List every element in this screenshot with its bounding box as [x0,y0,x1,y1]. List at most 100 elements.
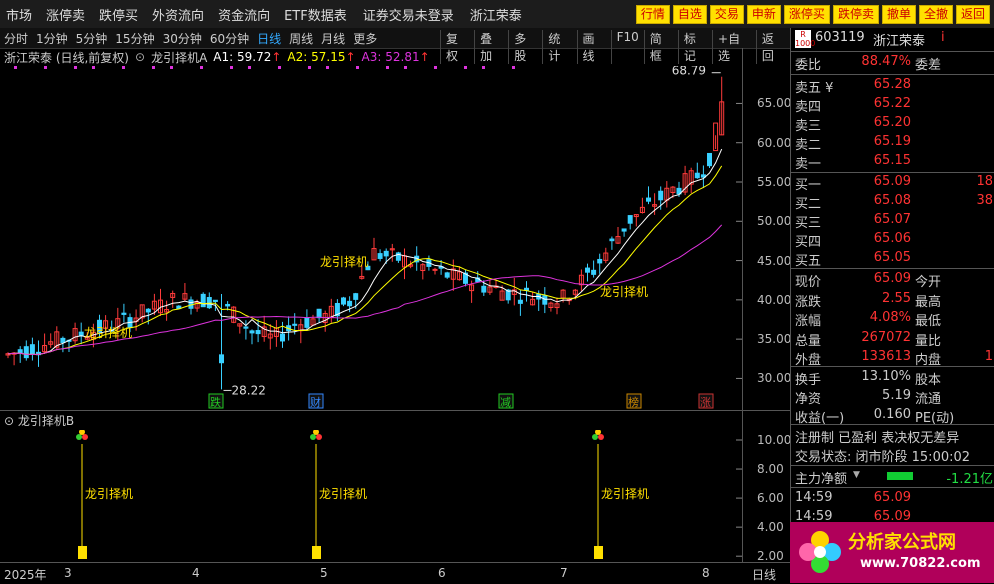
signal-light-icon [598,434,604,440]
signal-base [312,546,321,559]
candle-body [219,354,224,364]
candle-body [23,346,29,359]
stock-code: 603119 [815,30,865,45]
candle-body [243,326,249,329]
signal-base [594,546,603,559]
tool-f10[interactable]: F10 [610,30,644,64]
candle-body [255,330,261,335]
period-label[interactable]: 日线 [752,566,776,583]
candle-body [591,269,597,275]
buy-level-row: 买三 65.07 [795,212,911,231]
buy-level-row: 买五 65.05 [795,250,911,269]
period-tab-monthly[interactable]: 月线 [321,30,345,47]
candle-body [621,228,627,232]
candle-body [597,258,603,264]
buy-level-row: 买四 65.06 [795,231,911,250]
watchlist-button[interactable]: 自选 [672,5,707,24]
tool-stats[interactable]: 统计 [542,30,576,64]
quote-button[interactable]: 行情 [635,5,670,24]
cancel-all-button[interactable]: 全撤 [918,5,953,24]
quote-stat-row: 涨跌 2.55 最高 [795,290,942,310]
menu-etf-table[interactable]: ETF数据表 [284,5,347,24]
a3-value: A3: 52.81 [361,50,420,64]
a1-up-icon: ↑ [271,50,282,64]
tool-multi[interactable]: 多股 [508,30,542,64]
period-tab-15min[interactable]: 15分钟 [115,30,154,47]
menu-market[interactable]: 市场 [6,5,32,24]
flow-bar [887,472,913,480]
candle-body [585,267,590,273]
signal-dot [92,66,95,69]
period-tab-60min[interactable]: 60分钟 [210,30,249,47]
signal-subchart[interactable]: 龙引择机 龙引择机 龙引择机 [0,430,742,562]
signal-dot [404,66,407,69]
candle-body [225,303,231,307]
quote-stat-row: 总量 267072 量比 [795,329,942,349]
info-icon[interactable]: i [941,30,945,45]
listing-info: 注册制 已盈利 表决权无差异 [795,431,960,446]
signal-light-icon [310,434,316,440]
signal-dot [122,66,125,69]
candle-body [609,238,615,242]
date-tick-label: 3 [64,566,72,580]
tool-adjust[interactable]: 复权 [440,30,474,64]
sell-level-row: 卖四 65.22 [795,96,911,115]
price-tick-label: 35.00 [757,332,792,347]
price-axis: 30.00 35.00 40.00 45.00 50.00 55.00 60.00 65.00 [742,48,791,410]
tool-simple[interactable]: 简框 [643,30,678,64]
signal-light-icon [76,434,82,440]
signal-dot [482,66,485,69]
login-warning[interactable]: 证券交易未登录 [363,5,454,24]
period-tab-daily[interactable]: 日线 [257,30,281,47]
indicator-menu-icon[interactable]: ⊙ [135,50,145,64]
signal-dot [308,66,311,69]
order-ratio-row: 委比 88.47% 委差 [795,54,942,73]
candle-body [17,349,23,354]
menu-foreign-flow[interactable]: 外资流向 [152,5,204,24]
back-button[interactable]: 返回 [955,5,990,24]
menu-limit-up-sell[interactable]: 涨停卖 [46,5,85,24]
indicator-name[interactable]: 龙引择机A [151,49,207,66]
menu-capital-flow[interactable]: 资金流向 [218,5,270,24]
period-tab-5min[interactable]: 5分钟 [76,30,108,47]
quote-stat-row: 外盘 133613 内盘 1 [795,349,993,368]
date-tick-label: 6 [438,566,446,580]
signal-label: 龙引择机 [320,255,368,269]
cancel-order-button[interactable]: 撤单 [881,5,916,24]
quote-stat-row: 现价 65.09 今开 [795,271,942,290]
tool-draw[interactable]: 画线 [576,30,611,64]
tool-mark[interactable]: 标记 [677,30,712,64]
period-tab-intraday[interactable]: 分时 [4,30,28,47]
tool-overlay[interactable]: 叠加 [474,30,508,64]
quote-stat-row: 收益(一) 0.160 PE(动) [795,407,955,426]
signal-dot [386,66,389,69]
brand-url: www.70822.com [860,556,981,571]
menu-limit-down-buy[interactable]: 跌停买 [99,5,138,24]
candlestick-chart[interactable]: 68.7928.22龙引择机龙引择机龙引择机跌财减榜涨 [0,66,742,410]
period-tab-weekly[interactable]: 周线 [289,30,313,47]
period-tab-30min[interactable]: 30分钟 [163,30,202,47]
price-tick-label: 30.00 [757,371,792,386]
low-price-label: 28.22 [232,383,266,397]
limit-up-buy-button[interactable]: 涨停买 [783,5,830,24]
trade-button[interactable]: 交易 [709,5,744,24]
signal-dot [512,66,515,69]
candle-body [353,293,359,300]
signal-dot [464,66,467,69]
quote-stat-row: 净资 5.19 流通 [795,388,942,407]
ipo-button[interactable]: 申新 [746,5,781,24]
flow-dropdown-icon: ▼ [853,470,860,480]
limit-down-sell-button[interactable]: 跌停卖 [832,5,879,24]
period-tab-more[interactable]: 更多 [353,30,377,47]
high-price-label: 68.79 [672,66,706,78]
candle-body [444,272,450,278]
sub-indicator-menu-icon[interactable]: ⊙ [4,414,14,428]
period-tab-1min[interactable]: 1分钟 [36,30,68,47]
stock-name: 浙江荣泰 [873,34,926,49]
candle-body [517,299,523,304]
stock-header: R 1000 603119 浙江荣泰 i [791,30,994,49]
signal-dot [434,66,437,69]
date-tick-label: 4 [192,566,200,580]
signal-light-icon [82,434,88,440]
candle-body [707,152,712,167]
